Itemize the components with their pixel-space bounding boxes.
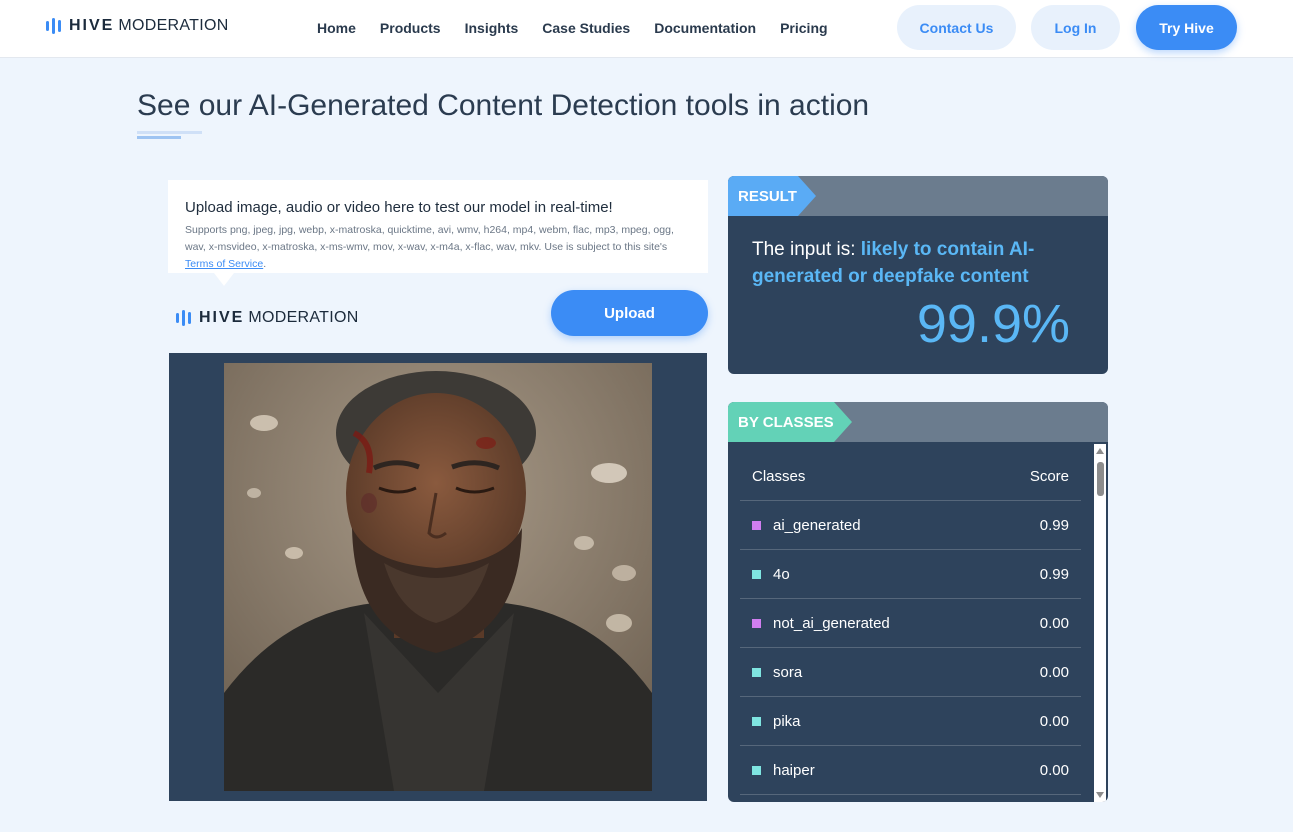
try-hive-button[interactable]: Try Hive (1136, 5, 1237, 50)
hive-logo[interactable]: HIVE MODERATION (46, 17, 229, 35)
class-score: 0.00 (1039, 761, 1069, 779)
uploaded-image (224, 363, 652, 791)
upload-button[interactable]: Upload (551, 290, 708, 336)
nav-case-studies[interactable]: Case Studies (542, 20, 630, 36)
result-verdict: The input is: likely to contain AI-gener… (752, 236, 1072, 290)
terms-of-service-link[interactable]: Terms of Service (185, 258, 263, 270)
table-row: ai_generated 0.99 (740, 501, 1081, 550)
table-row: haiper 0.00 (740, 746, 1081, 795)
table-row: sora 0.00 (740, 648, 1081, 697)
class-name: 4o (773, 565, 790, 583)
hive-logo-secondary: HIVE MODERATION (176, 309, 359, 327)
result-score: 99.9% (916, 294, 1070, 354)
class-score: 0.99 (1039, 565, 1069, 583)
hive-logo-icon (46, 18, 61, 34)
class-color-swatch (752, 716, 761, 726)
class-score: 0.00 (1039, 614, 1069, 632)
uploaded-image-panel (169, 353, 707, 801)
class-score: 0.99 (1039, 516, 1069, 534)
class-color-swatch (752, 520, 761, 530)
logo-hive-text: HIVE (69, 17, 115, 34)
scroll-up-icon[interactable] (1096, 448, 1104, 454)
logo-moderation-text: MODERATION (118, 17, 229, 34)
classes-table-body: ai_generated 0.99 4o 0.99 not_ai_generated 0.… (740, 501, 1081, 795)
class-name: not_ai_generated (773, 614, 890, 632)
scroll-thumb[interactable] (1097, 462, 1104, 496)
result-card-header: RESULT (728, 176, 1108, 216)
table-row: not_ai_generated 0.00 (740, 599, 1081, 648)
log-in-button[interactable]: Log In (1031, 5, 1120, 50)
supported-formats: Supports png, jpeg, jpg, webp, x-matrosk… (185, 224, 674, 253)
scroll-down-icon[interactable] (1096, 792, 1104, 798)
classes-card-header: BY CLASSES (728, 402, 1108, 442)
class-name: pika (773, 712, 801, 730)
upload-info-box: Upload image, audio or video here to tes… (168, 180, 708, 286)
classes-table: Classes Score ai_generated 0.99 4o 0.99 not_… (740, 452, 1081, 795)
class-color-swatch (752, 618, 761, 628)
result-tag: RESULT (728, 176, 816, 216)
class-color-swatch (752, 667, 761, 677)
table-row: pika 0.00 (740, 697, 1081, 746)
title-underline (137, 131, 202, 134)
col-classes: Classes (752, 467, 806, 485)
logo-hive-text: HIVE (199, 309, 245, 326)
main-nav: Home Products Insights Case Studies Docu… (305, 0, 840, 56)
page-title: See our AI-Generated Content Detection t… (137, 89, 870, 122)
class-name: sora (773, 663, 803, 681)
nav-documentation[interactable]: Documentation (654, 20, 756, 36)
class-score: 0.00 (1039, 663, 1069, 681)
nav-pricing[interactable]: Pricing (780, 20, 827, 36)
nav-products[interactable]: Products (380, 20, 441, 36)
contact-us-button[interactable]: Contact Us (897, 5, 1016, 50)
class-score: 0.00 (1039, 712, 1069, 730)
by-classes-tag: BY CLASSES (728, 402, 852, 442)
supported-formats-text: Supports png, jpeg, jpg, webp, x-matrosk… (185, 224, 674, 270)
table-row: 4o 0.99 (740, 550, 1081, 599)
title-underline-accent (137, 136, 181, 139)
class-name: ai_generated (773, 516, 861, 534)
class-color-swatch (752, 765, 761, 775)
hive-logo-icon (176, 310, 191, 326)
upload-heading: Upload image, audio or video here to tes… (185, 199, 613, 216)
nav-insights[interactable]: Insights (465, 20, 519, 36)
by-classes-card: BY CLASSES Classes Score ai_generated 0.9… (728, 402, 1108, 802)
logo-moderation-text: MODERATION (248, 309, 359, 326)
result-card: RESULT The input is: likely to contain A… (728, 176, 1108, 374)
classes-table-header: Classes Score (740, 452, 1081, 501)
classes-scrollbar[interactable] (1094, 444, 1106, 802)
class-name: haiper (773, 761, 815, 779)
top-navbar: HIVE MODERATION Home Products Insights C… (0, 0, 1293, 58)
col-score: Score (1029, 467, 1069, 485)
result-prefix: The input is: (752, 239, 861, 260)
nav-home[interactable]: Home (317, 20, 356, 36)
class-color-swatch (752, 569, 761, 579)
